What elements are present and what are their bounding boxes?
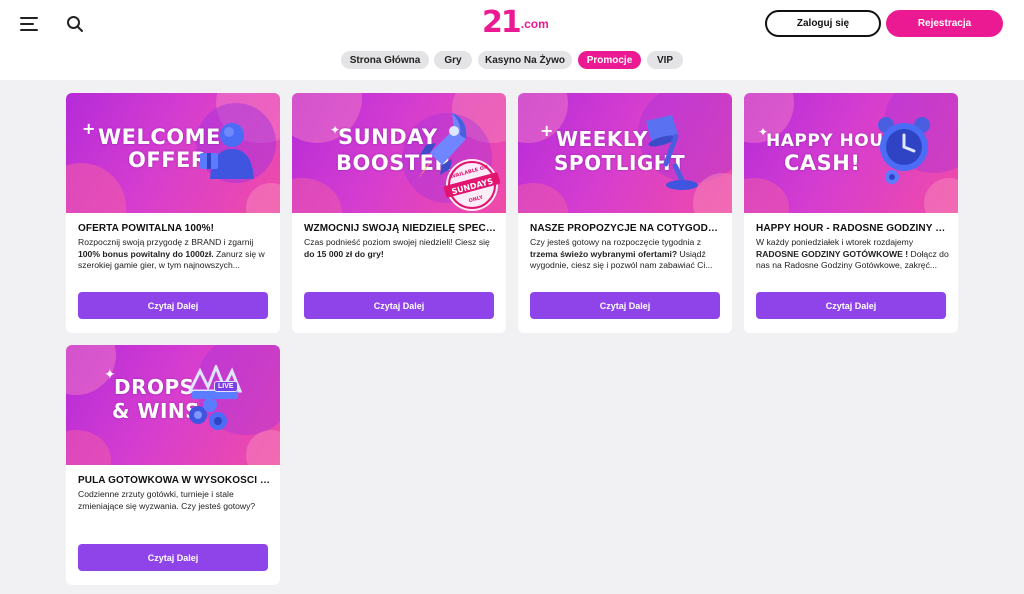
main-nav: Strona Główna Gry Kasyno Na Żywo Promocj…	[0, 51, 1024, 69]
banner-headline-1: DROPS	[114, 375, 195, 399]
desk-lamp-icon	[646, 115, 698, 190]
tab-vip[interactable]: VIP	[647, 51, 683, 69]
register-button[interactable]: Rejestracja	[886, 10, 1003, 37]
search-icon[interactable]	[66, 15, 84, 33]
promo-banner[interactable]: ✦ DROPS & WINS LIVE	[66, 345, 280, 465]
read-more-button[interactable]: Czytaj Dalej	[756, 292, 946, 319]
promo-banner[interactable]: ✦ HAPPY HOUR CASH!	[744, 93, 958, 213]
tab-promotions[interactable]: Promocje	[578, 51, 641, 69]
promo-description: Codzienne zrzuty gotówki, turnieje i sta…	[78, 489, 256, 511]
promo-description: Czas podnieść poziom swojej niedzieli! C…	[304, 237, 490, 259]
site-header: 21 .com Zaloguj się Rejestracja Strona G…	[0, 0, 1024, 80]
promo-card-happy-hour: ✦ HAPPY HOUR CASH! HAPPY HOUR - RADOSNE …	[744, 93, 958, 333]
tab-live-casino[interactable]: Kasyno Na Żywo	[478, 51, 572, 69]
logo-mark: 21	[482, 5, 522, 40]
sundays-stamp: SUNDAYS AVAILABLE ON ONLY	[443, 159, 501, 211]
promo-title: OFERTA POWITALNA 100%!	[78, 223, 215, 234]
promo-title: NASZE PROPOZYCJE NA COTYGODNI...	[530, 223, 722, 234]
banner-headline-2: CASH!	[784, 151, 861, 175]
promo-description: Czy jesteś gotowy na rozpoczęcie tygodni…	[530, 237, 713, 270]
promo-banner[interactable]: ✦ SUNDAY BOOSTER SUNDAYS AVAILABLE ON ON…	[292, 93, 506, 213]
promo-banner[interactable]: + WEEKLY SPOTLIGHT	[518, 93, 732, 213]
promo-banner[interactable]: + WELCOME OFFER	[66, 93, 280, 213]
user-gift-icon	[200, 123, 254, 179]
promo-title: PULA GOTÓWKOWA W WYSOKOŚCI 15...	[78, 475, 270, 486]
site-logo[interactable]: 21 .com	[482, 8, 549, 38]
read-more-button[interactable]: Czytaj Dalej	[78, 544, 268, 571]
crown-chips-icon	[187, 365, 243, 430]
tab-games[interactable]: Gry	[434, 51, 472, 69]
read-more-button[interactable]: Czytaj Dalej	[530, 292, 720, 319]
read-more-button[interactable]: Czytaj Dalej	[78, 292, 268, 319]
promo-description: W każdy poniedziałek i wtorek rozdajemy …	[756, 237, 949, 270]
login-button[interactable]: Zaloguj się	[765, 10, 881, 37]
alarm-clock-icon	[878, 117, 930, 184]
promo-card-drops-wins: ✦ DROPS & WINS LIVE PULA GOTÓWKOWA W WYS…	[66, 345, 280, 585]
promo-card-weekly: + WEEKLY SPOTLIGHT NASZE PROPOZYCJE NA C…	[518, 93, 732, 333]
promo-title: HAPPY HOUR - RADOSNE GODZINY G...	[756, 223, 948, 234]
promo-card-sunday: ✦ SUNDAY BOOSTER SUNDAYS AVAILABLE ON ON…	[292, 93, 506, 333]
logo-domain: .com	[520, 17, 549, 31]
promo-title: WZMOCNIJ SWOJĄ NIEDZIELĘ SPECJ...	[304, 223, 496, 234]
promo-description: Rozpocznij swoją przygodę z BRAND i zgar…	[78, 237, 265, 270]
read-more-button[interactable]: Czytaj Dalej	[304, 292, 494, 319]
tab-home[interactable]: Strona Główna	[341, 51, 429, 69]
live-badge: LIVE	[214, 381, 238, 392]
promo-card-welcome: + WELCOME OFFER OFERTA POWITALNA 100%! R…	[66, 93, 280, 333]
menu-icon[interactable]	[20, 15, 40, 31]
banner-headline-1: WEEKLY	[556, 127, 648, 151]
